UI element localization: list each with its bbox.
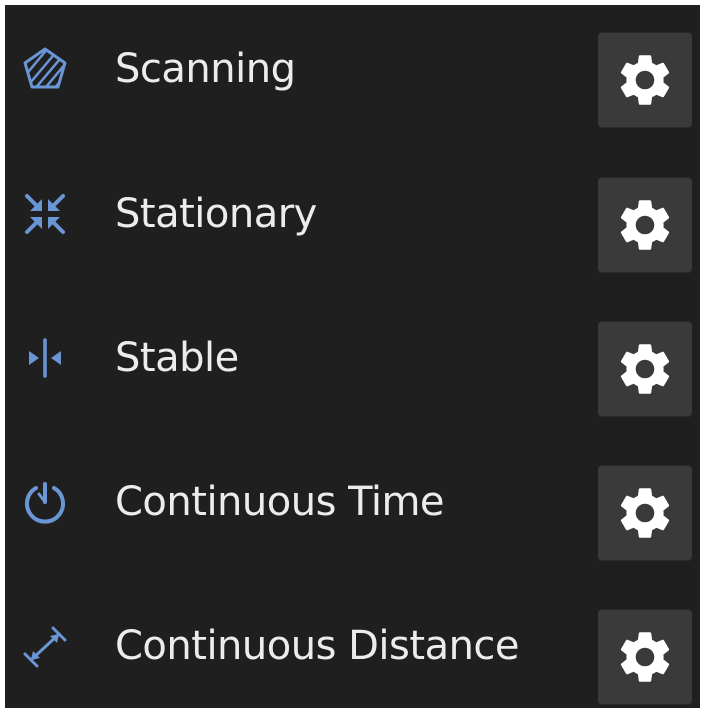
mode-row-stationary[interactable]: Stationary [5, 160, 700, 280]
gear-icon [620, 55, 670, 105]
mode-label-continuous-time: Continuous Time [115, 479, 445, 525]
trigger-mode-list: Scanning Stationary Stable Continuous Ti… [5, 5, 700, 708]
mode-row-continuous-time[interactable]: Continuous Time [5, 448, 700, 568]
pentagon-hatched-icon [19, 43, 71, 95]
mode-label-stable: Stable [115, 335, 239, 381]
mode-label-stationary: Stationary [115, 191, 317, 237]
gear-icon [620, 344, 670, 394]
mode-label-scanning: Scanning [115, 46, 296, 92]
diagonal-distance-icon [19, 620, 71, 672]
timer-icon [19, 476, 71, 528]
gear-icon [620, 200, 670, 250]
mode-label-continuous-distance: Continuous Distance [115, 623, 520, 669]
continuous-time-settings-button[interactable] [598, 465, 692, 561]
arrows-to-line-icon [19, 332, 71, 384]
stable-settings-button[interactable] [598, 321, 692, 417]
arrows-inward-icon [19, 188, 71, 240]
gear-icon [620, 632, 670, 682]
gear-icon [620, 488, 670, 538]
scanning-settings-button[interactable] [598, 32, 692, 128]
stationary-settings-button[interactable] [598, 177, 692, 273]
mode-row-scanning[interactable]: Scanning [5, 15, 700, 135]
mode-row-stable[interactable]: Stable [5, 304, 700, 424]
mode-row-continuous-distance[interactable]: Continuous Distance [5, 592, 700, 708]
continuous-distance-settings-button[interactable] [598, 609, 692, 705]
